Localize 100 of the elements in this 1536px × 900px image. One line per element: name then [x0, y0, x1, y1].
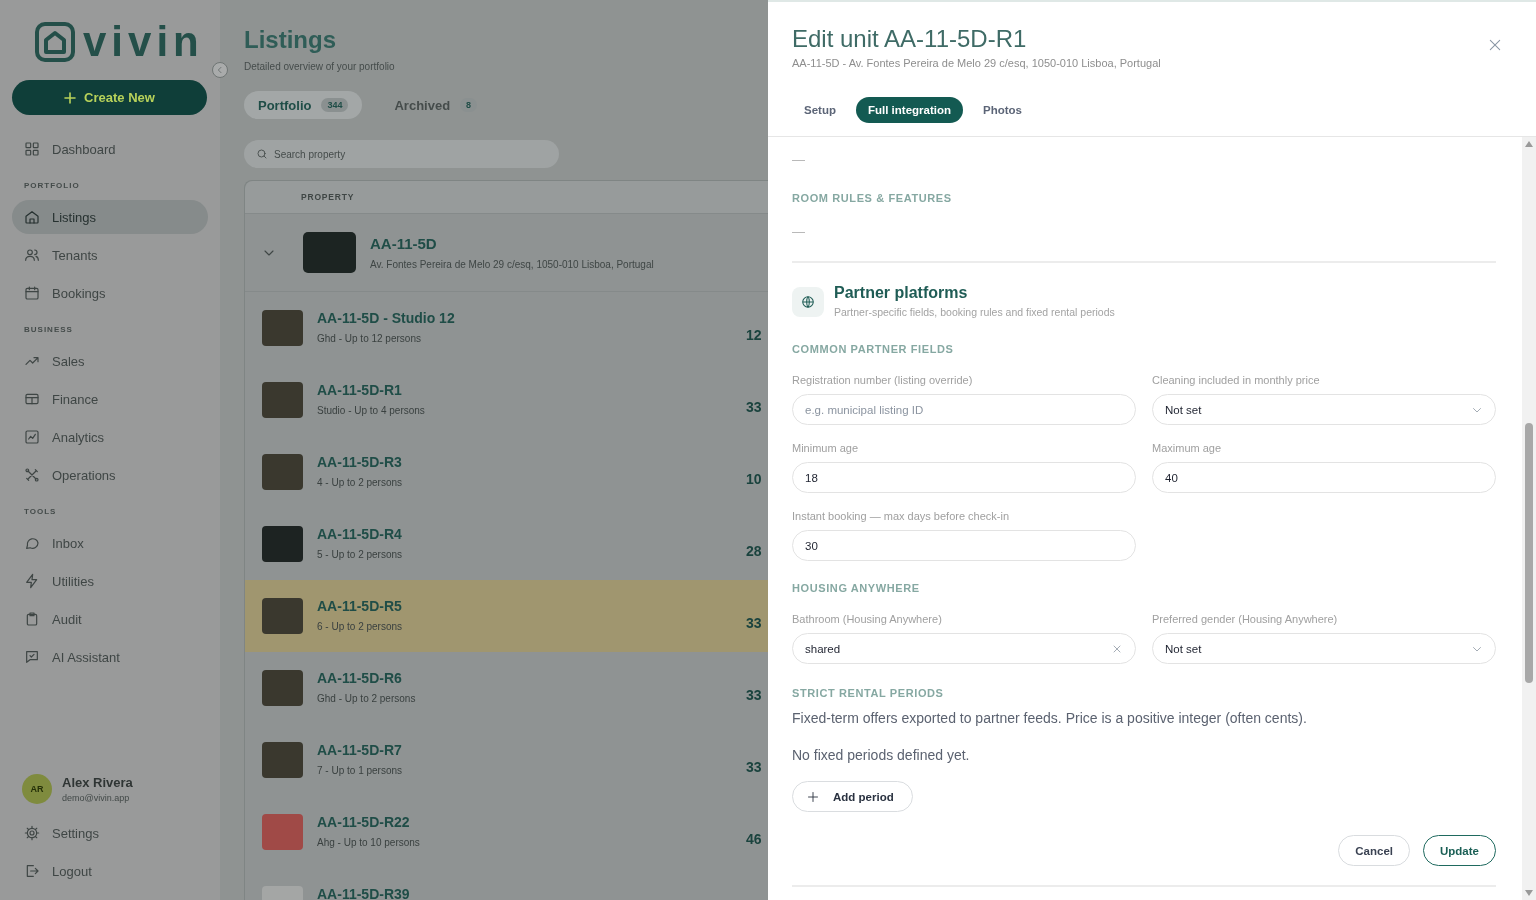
close-icon [1488, 38, 1502, 52]
filter-tab[interactable]: Portfolio 344 [244, 91, 363, 119]
nav-item[interactable]: AI Assistant [12, 640, 208, 674]
table-cell-text: 33 [746, 686, 763, 703]
listing-details: 6 - Up to 2 persons [317, 621, 404, 633]
select-field[interactable]: Not set [1152, 633, 1496, 664]
arrow-up-icon[interactable] [1525, 141, 1533, 147]
logo-text: vivin [83, 22, 204, 62]
listing-name: AA-11-5D-R7 [317, 743, 403, 758]
grid-icon [24, 141, 40, 157]
scrollbar-thumb[interactable] [1525, 423, 1533, 683]
field-label: Instant booking — max days before check-in [792, 509, 1010, 523]
arrow-down-icon[interactable] [1525, 890, 1533, 896]
logout-icon [24, 863, 40, 879]
page-subtitle: Detailed overview of your portfolio [244, 61, 395, 73]
nav-item[interactable]: Listings [12, 200, 208, 234]
table-row[interactable]: AA-11-5D-R1 Studio - Up to 4 persons 33 [245, 364, 768, 436]
nav-item[interactable]: Tenants [12, 238, 208, 272]
drawer-title: Edit unit AA-11-5D-R1 [792, 24, 1027, 54]
crossed-tools-icon [24, 467, 40, 483]
nav-item[interactable]: Dashboard [12, 132, 208, 166]
listing-name: AA-11-5D-R1 [317, 383, 403, 398]
listing-details: Studio - Up to 4 persons [317, 405, 426, 417]
calendar-icon [24, 285, 40, 301]
nav-section-heading: BUSINESS [24, 324, 74, 336]
listing-details: Ghd - Up to 2 persons [317, 693, 417, 705]
add-period-button[interactable]: Add period [792, 781, 913, 812]
table-cell-text: 12 [746, 326, 763, 343]
field-label: Maximum age [1152, 441, 1222, 455]
table-row[interactable]: AA-11-5D-R7 7 - Up to 1 persons 33 [245, 724, 768, 796]
card-icon [24, 391, 40, 407]
table-cell-text: 33 [746, 614, 763, 631]
section-heading: COMMON PARTNER FIELDS [792, 342, 954, 356]
chart-icon [24, 429, 40, 445]
bolt-icon [24, 573, 40, 589]
combobox-field[interactable]: shared [792, 633, 1136, 664]
table-row[interactable]: AA-11-5D-R6 Ghd - Up to 2 persons 33 [245, 652, 768, 724]
filter-tab[interactable]: Archived 8 [380, 91, 492, 119]
nav-item[interactable]: Settings [12, 816, 208, 850]
select-field[interactable]: Not set [1152, 394, 1496, 425]
field-label: Cleaning included in monthly price [1152, 373, 1320, 387]
create-button[interactable]: Create New [12, 80, 207, 115]
chat-bubble-icon [24, 535, 40, 551]
message-icon [24, 649, 40, 665]
table-cell-text: 10 [746, 470, 763, 487]
input-field[interactable]: 30 [792, 530, 1136, 561]
nav-item[interactable]: Utilities [12, 564, 208, 598]
photo-placeholder [303, 232, 356, 273]
listing-details: Ghd - Up to 12 persons [317, 333, 422, 345]
scrollbar[interactable] [1522, 137, 1536, 900]
close-button[interactable] [1488, 38, 1502, 52]
tab[interactable]: Full integration [855, 97, 963, 123]
nav-item[interactable]: Audit [12, 602, 208, 636]
section-description: Fixed-term offers exported to partner feeds. Price is a positive integer (often cents). [792, 709, 1307, 728]
count-badge: 8 [460, 98, 478, 112]
nav-item[interactable]: Inbox [12, 526, 208, 560]
listing-name: AA-11-5D-R4 [317, 527, 403, 542]
nav-item[interactable]: Finance [12, 382, 208, 416]
field-label: Preferred gender (Housing Anywhere) [1152, 612, 1338, 626]
nav-item[interactable]: Logout [12, 854, 208, 888]
table-cell-text: 33 [746, 758, 763, 775]
user-avatar: AR [22, 774, 52, 804]
drawer-subtitle: AA-11-5D - Av. Fontes Pereira de Melo 29 c/esq, 1050-010 Lisboa, Portugal [792, 56, 1161, 71]
table-row[interactable]: AA-11-5D-R39 [245, 868, 768, 900]
field-label: Registration number (listing override) [792, 373, 973, 387]
update-button[interactable]: Update [1423, 835, 1496, 866]
listing-details: 5 - Up to 2 persons [317, 549, 404, 561]
globe-icon [792, 287, 824, 317]
table-row[interactable]: AA-11-5D-R3 4 - Up to 2 persons 10 [245, 436, 768, 508]
collapse-button[interactable] [212, 62, 228, 78]
section-heading: STRICT RENTAL PERIODS [792, 686, 944, 700]
section-title: Partner platforms [834, 283, 968, 303]
column-header: PROPERTY [301, 192, 355, 202]
field-label: Bathroom (Housing Anywhere) [792, 612, 942, 626]
input-field[interactable]: 18 [792, 462, 1136, 493]
nav-item[interactable]: Operations [12, 458, 208, 492]
table-row[interactable]: AA-11-5D-R22 Ahg - Up to 10 persons 46 [245, 796, 768, 868]
tab[interactable]: Setup [792, 97, 848, 123]
nav-item[interactable]: Analytics [12, 420, 208, 454]
tab[interactable]: Photos [971, 97, 1034, 123]
table-row[interactable]: AA-11-5D-R5 6 - Up to 2 persons 33 [245, 580, 768, 652]
input-field[interactable]: 40 [1152, 462, 1496, 493]
field-label: Minimum age [792, 441, 859, 455]
table-cell-text: 28 [746, 542, 763, 559]
cancel-button[interactable]: Cancel [1338, 835, 1410, 866]
listing-details: Ahg - Up to 10 persons [317, 837, 421, 849]
nav-item[interactable]: Bookings [12, 276, 208, 310]
nav-item[interactable]: Sales [12, 344, 208, 378]
empty-message: No fixed periods defined yet. [792, 746, 970, 765]
table-row[interactable]: AA-11-5D - Studio 12 Ghd - Up to 12 persons 12 [245, 292, 768, 364]
listing-name: AA-11-5D-R5 [317, 599, 403, 614]
section-heading: ROOM RULES & FEATURES [792, 191, 952, 205]
listing-details: 4 - Up to 2 persons [317, 477, 404, 489]
section-heading: HOUSING ANYWHERE [792, 581, 920, 595]
count-badge: 344 [321, 98, 349, 112]
section-subtitle: Partner-specific fields, booking rules and fixed rental periods [834, 305, 1115, 319]
input-field[interactable]: e.g. municipal listing ID [792, 394, 1136, 425]
table-row[interactable]: AA-11-5D-R4 5 - Up to 2 persons 28 [245, 508, 768, 580]
search-field[interactable]: Search property [244, 140, 559, 168]
settings-icon [24, 825, 40, 841]
